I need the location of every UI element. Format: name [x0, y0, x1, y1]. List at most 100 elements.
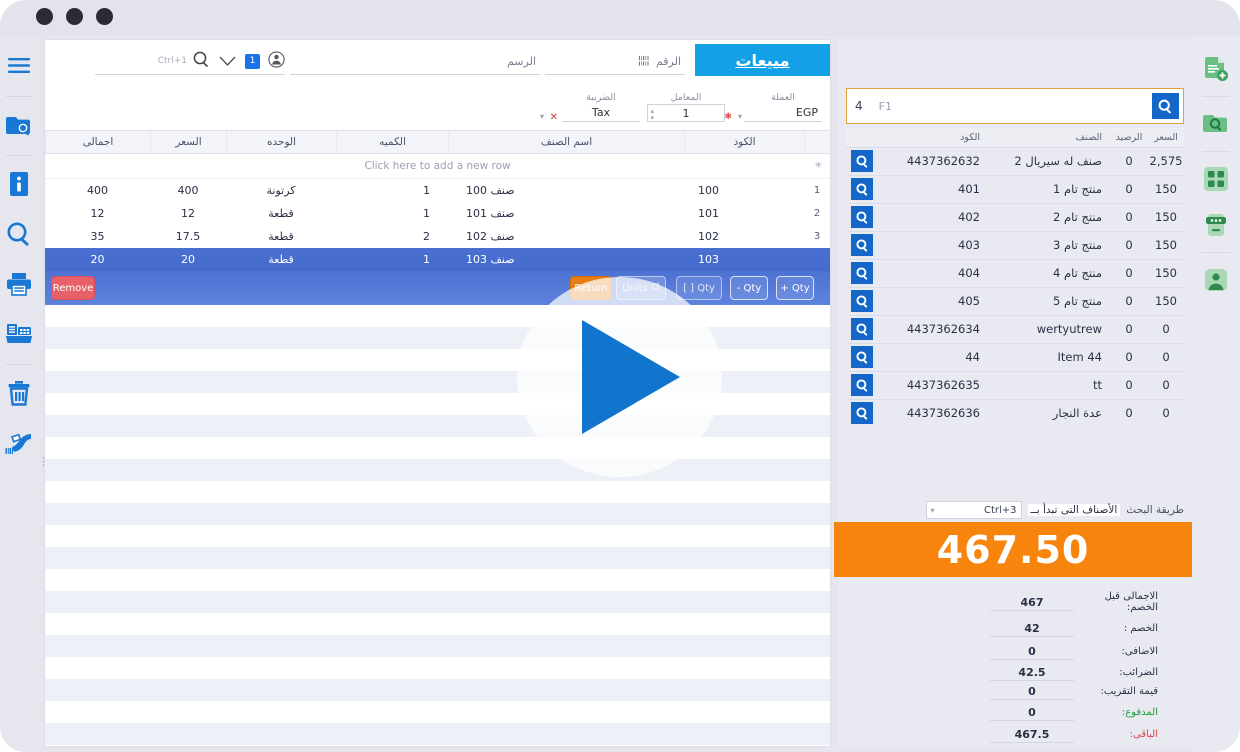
product-inspect-icon[interactable]	[851, 318, 873, 340]
table-row-selected[interactable]: 103 صنف 103 1 قطعة 20 20	[45, 248, 830, 271]
rail-divider	[1202, 96, 1230, 97]
invoice-header: مبيعات الرقم الرسم	[45, 40, 830, 88]
product-code: 404	[878, 266, 988, 280]
product-inspect-icon[interactable]	[851, 262, 873, 284]
factor-stepper[interactable]: ▴▾	[650, 108, 654, 122]
list-item[interactable]: 150 0 منتج تام 3 403	[846, 231, 1184, 260]
barcode-scanner-icon[interactable]	[2, 423, 36, 463]
product-inspect-icon[interactable]	[851, 234, 873, 256]
qty-plus-button[interactable]: Qty +	[776, 276, 814, 300]
list-item[interactable]: 150 0 منتج تام 2 402	[846, 203, 1184, 232]
row-index: 1	[804, 185, 830, 196]
rail-divider	[6, 96, 32, 97]
customer-search-field[interactable]: 1 Ctrl+1	[95, 48, 285, 75]
info-icon[interactable]	[2, 164, 36, 204]
chevron-down-icon[interactable]	[219, 52, 236, 71]
window-maximize-dot[interactable]	[36, 8, 53, 25]
row-unit: قطعة	[226, 207, 336, 220]
table-row[interactable]: 3 102 صنف 102 2 قطعة 17.5 35	[45, 225, 830, 248]
list-item[interactable]: 150 0 منتج تام 1 401	[846, 175, 1184, 204]
product-inspect-icon[interactable]	[851, 206, 873, 228]
product-inspect-icon[interactable]	[851, 346, 873, 368]
product-inspect-icon[interactable]	[851, 290, 873, 312]
list-item[interactable]: 0 0 عدة النجار 4437362636	[846, 399, 1184, 427]
right-sidebar	[1192, 36, 1240, 752]
list-item[interactable]: 150 0 منتج تام 4 404	[846, 259, 1184, 288]
product-search-panel: F1 4 السعر الرصيد الصنف الكود 2,575 0 صن…	[838, 40, 1192, 746]
product-inspect-icon[interactable]	[851, 402, 873, 424]
total-value: 0	[990, 704, 1074, 721]
product-inspect-icon[interactable]	[851, 178, 873, 200]
trash-icon[interactable]	[2, 373, 36, 413]
row-price: 20	[150, 253, 226, 266]
user-icon[interactable]	[1199, 261, 1233, 299]
folder-search-icon[interactable]	[1199, 105, 1233, 143]
printer-icon[interactable]	[2, 264, 36, 304]
product-code: 4437362636	[878, 406, 988, 420]
list-item[interactable]: 0 0 tt 4437362635	[846, 371, 1184, 400]
factor-field[interactable]: المعامل 1	[647, 92, 725, 122]
customer-refresh-icon[interactable]	[268, 51, 285, 72]
currency-field[interactable]: العملة EGP	[744, 92, 822, 122]
total-line: قيمة التقريب: 0	[846, 680, 1184, 702]
total-value: 42	[990, 620, 1074, 637]
add-new-row[interactable]: ✳ Click here to add a new row	[45, 154, 830, 179]
tax-field[interactable]: الضريبة Tax	[562, 92, 640, 122]
product-inspect-icon[interactable]	[851, 374, 873, 396]
col-index	[804, 131, 830, 153]
grid-icon[interactable]	[1199, 160, 1233, 198]
invoice-name-field[interactable]: الرسم	[290, 48, 540, 75]
folder-search-icon[interactable]	[2, 105, 36, 145]
grid-drag-handle[interactable]: ⋮	[38, 455, 49, 468]
new-row-star-icon: ✳	[814, 161, 822, 171]
table-row[interactable]: 2 101 صنف 101 1 قطعة 12 12	[45, 202, 830, 225]
empty-row	[45, 437, 830, 459]
list-item[interactable]: 0 0 wertyutrew 4437362634	[846, 315, 1184, 344]
product-search-icon[interactable]	[1152, 93, 1179, 119]
play-button-overlay[interactable]	[517, 277, 722, 477]
list-item[interactable]: 2,575 0 صنف له سيريال 2 4437362632	[846, 147, 1184, 176]
total-label: الباقى:	[1074, 729, 1184, 740]
qty-brackets-button[interactable]: Qty [ ]	[676, 276, 722, 300]
product-inspect-icon[interactable]	[851, 150, 873, 172]
currency-dropdown-caret[interactable]: ▾	[738, 112, 742, 121]
empty-row	[45, 701, 830, 723]
new-document-icon[interactable]	[1199, 50, 1233, 88]
invoice-number-field[interactable]: الرقم	[545, 48, 685, 75]
tax-clear-icon[interactable]: ✕	[550, 112, 558, 123]
window-close-dot[interactable]	[96, 8, 113, 25]
row-unit: قطعة	[226, 230, 336, 243]
card-reader-icon[interactable]	[1199, 206, 1233, 244]
product-code: 401	[878, 182, 988, 196]
empty-row	[45, 635, 830, 657]
factor-label: المعامل	[647, 92, 725, 103]
search-method-label: طريقة البحث	[1126, 504, 1184, 516]
total-value: 42.5	[990, 664, 1074, 681]
list-item[interactable]: 150 0 منتج تام 5 405	[846, 287, 1184, 316]
search-icon[interactable]	[2, 214, 36, 254]
product-search-box[interactable]: F1 4	[846, 88, 1184, 124]
rail-divider	[6, 155, 32, 156]
row-item-name: صنف 102	[448, 230, 684, 243]
grid-summary: 467 5	[45, 745, 830, 752]
tax-dropdown-caret[interactable]: ▾	[540, 112, 544, 121]
product-balance: 0	[1110, 406, 1148, 420]
row-total: 400	[45, 184, 150, 197]
window-controls[interactable]	[36, 8, 113, 25]
remove-button[interactable]: Remove	[51, 276, 95, 300]
cash-register-icon[interactable]	[2, 314, 36, 354]
menu-icon[interactable]	[2, 46, 36, 86]
currency-label: العملة	[744, 92, 822, 103]
factor-value[interactable]: 1	[647, 104, 725, 122]
col-price: السعر	[150, 131, 226, 153]
search-method-select[interactable]: Ctrl+3 ▾	[926, 501, 1022, 519]
empty-row	[45, 547, 830, 569]
table-row[interactable]: 1 100 صنف 100 1 كرتونة 400 400	[45, 179, 830, 202]
customer-search-icon[interactable]	[193, 51, 210, 72]
col-total: اجمالى	[45, 131, 150, 153]
window-minimize-dot[interactable]	[66, 8, 83, 25]
qty-minus-button[interactable]: Qty -	[730, 276, 768, 300]
rail-divider	[1202, 151, 1230, 152]
list-item[interactable]: 0 0 Item 44 44	[846, 343, 1184, 372]
empty-row	[45, 305, 830, 327]
